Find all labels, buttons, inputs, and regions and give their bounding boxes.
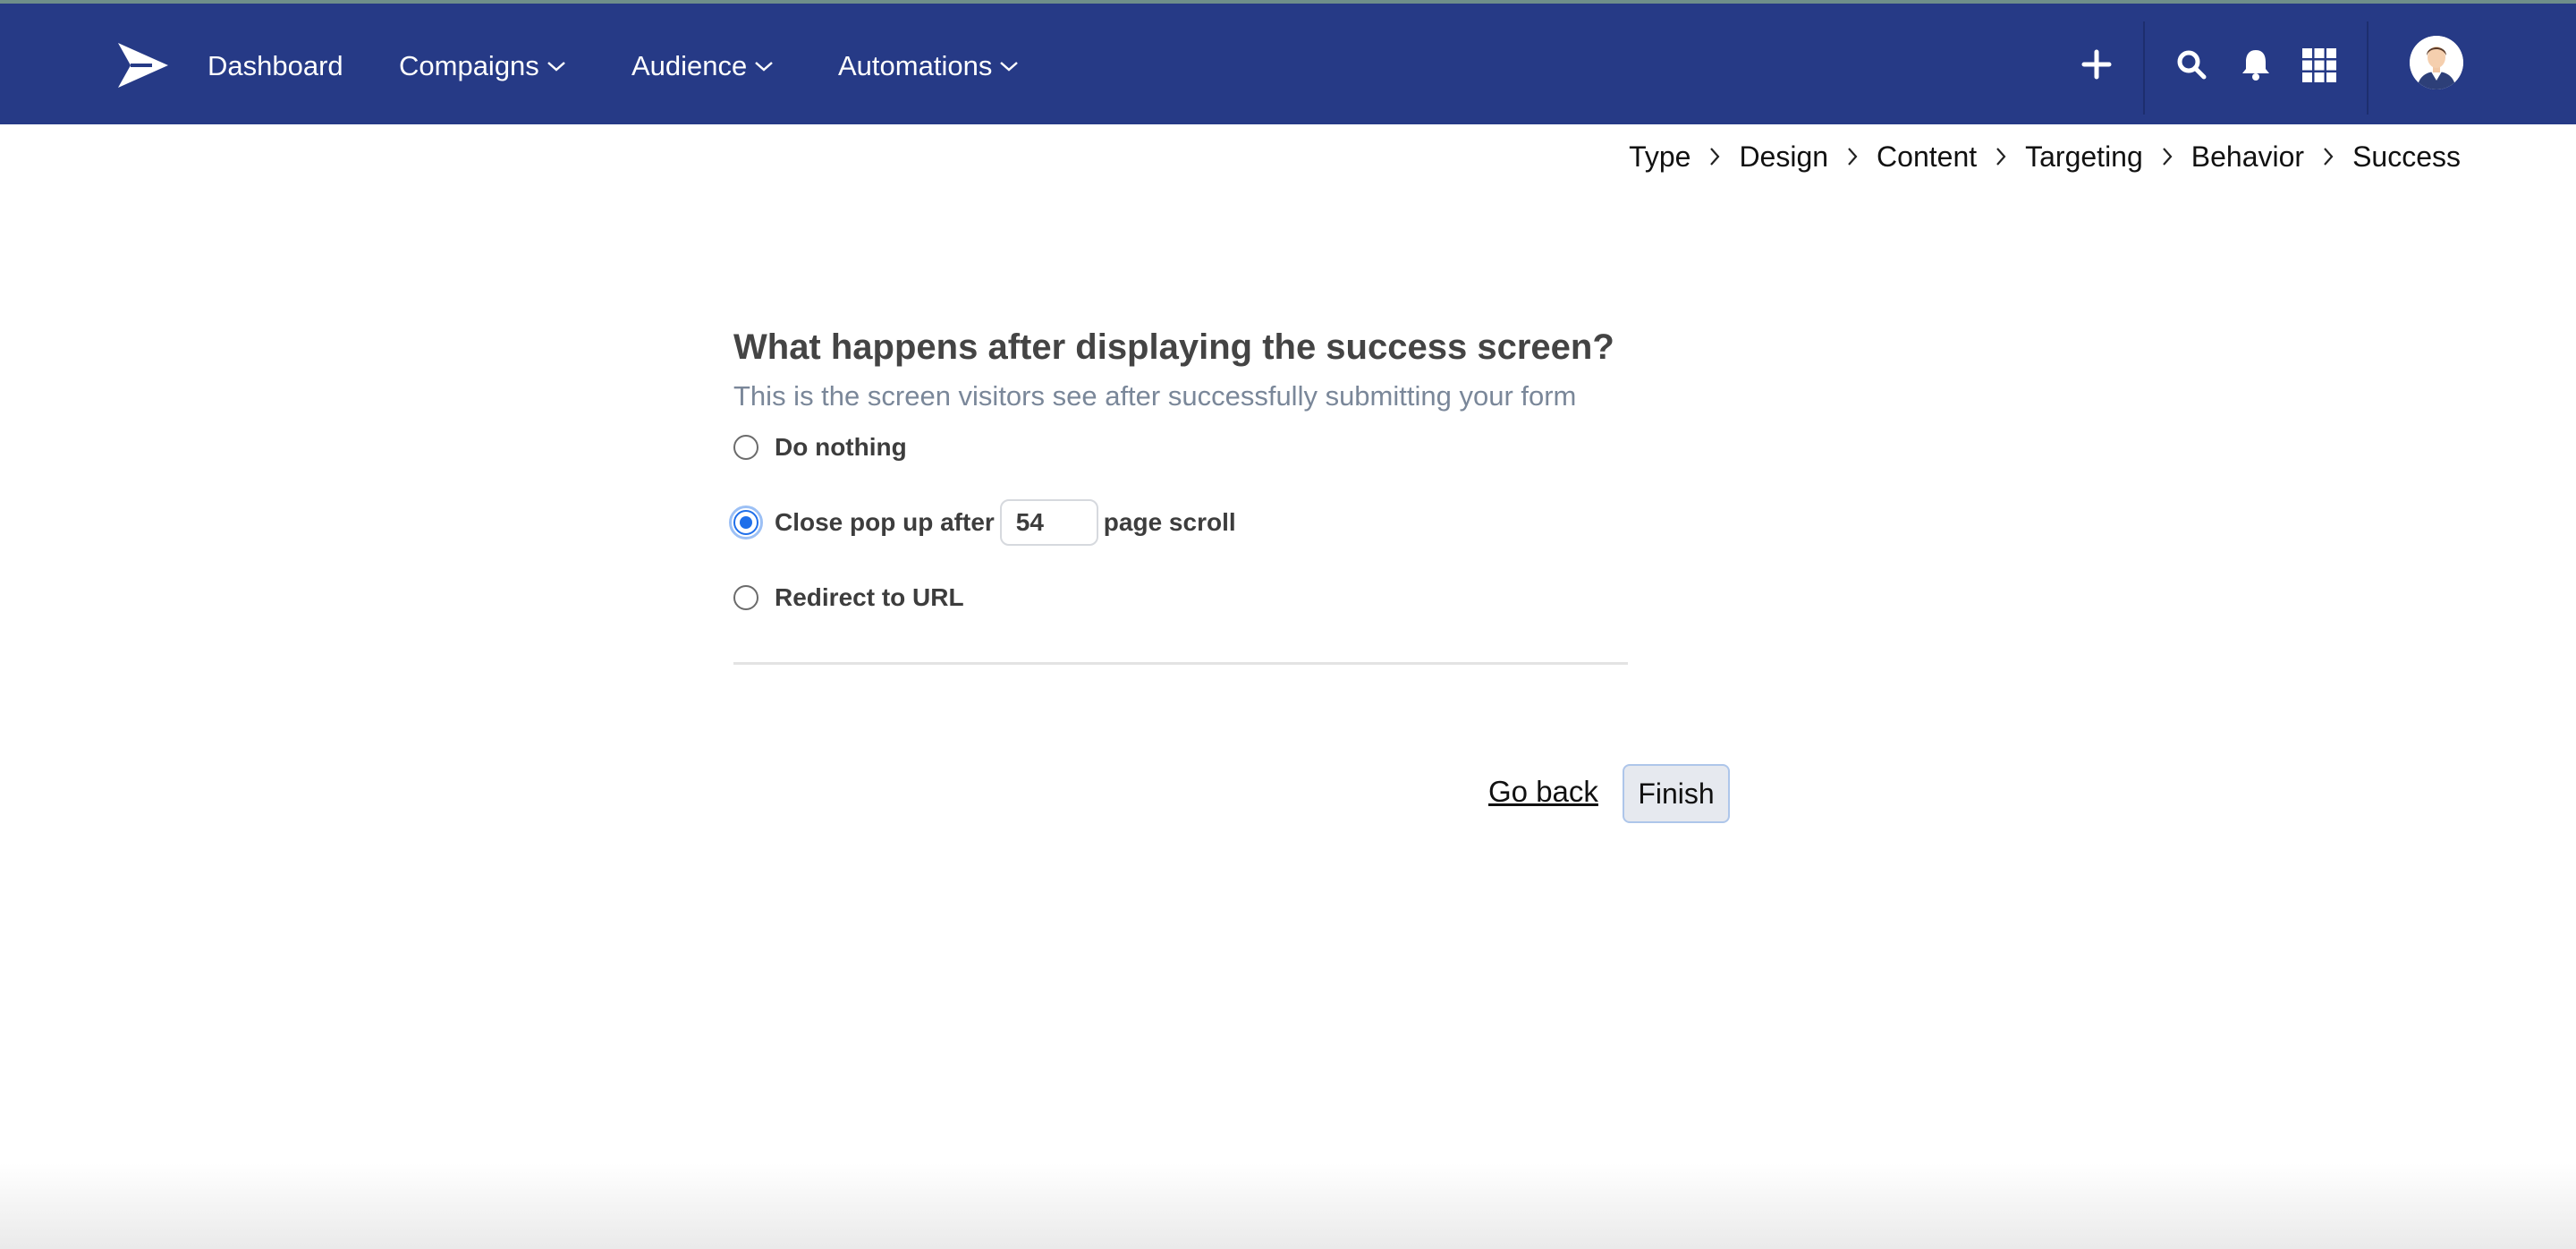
radio-redirect[interactable] xyxy=(733,585,758,610)
chevron-right-icon xyxy=(2161,146,2174,167)
grid-icon[interactable] xyxy=(2301,47,2338,84)
page: Dashboard Compaigns Audience Automations xyxy=(0,0,2576,1249)
nav-dashboard[interactable]: Dashboard xyxy=(208,47,343,86)
radio-do-nothing[interactable] xyxy=(733,435,758,460)
logo-icon[interactable] xyxy=(116,41,170,89)
question-title: What happens after displaying the succes… xyxy=(733,327,1614,367)
plus-icon[interactable] xyxy=(2077,45,2116,84)
success-behavior-form: What happens after displaying the succes… xyxy=(729,322,1628,617)
breadcrumb-behavior[interactable]: Behavior xyxy=(2191,140,2304,174)
chevron-right-icon xyxy=(1995,146,2007,167)
section-divider xyxy=(733,662,1628,665)
option-do-nothing[interactable]: Do nothing xyxy=(733,428,1628,467)
question-subtitle: This is the screen visitors see after su… xyxy=(733,380,1577,412)
nav-dashboard-label: Dashboard xyxy=(208,50,343,81)
breadcrumb: Type Design Content Targeting Behavior S… xyxy=(1629,136,2461,177)
breadcrumb-design[interactable]: Design xyxy=(1739,140,1828,174)
navbar: Dashboard Compaigns Audience Automations xyxy=(0,4,2576,124)
option-redirect[interactable]: Redirect to URL xyxy=(733,578,1628,617)
option-close-popup-label: Close pop up after xyxy=(775,508,995,536)
chevron-down-icon xyxy=(1000,62,1019,72)
scroll-amount-input[interactable] xyxy=(999,499,1098,546)
bell-icon[interactable] xyxy=(2236,45,2275,84)
option-close-popup[interactable]: Close pop up after page scroll xyxy=(729,499,1628,546)
chevron-right-icon xyxy=(1708,146,1721,167)
chevron-down-icon xyxy=(547,62,565,72)
option-do-nothing-label: Do nothing xyxy=(775,433,907,461)
nav-campaigns-label: Compaigns xyxy=(399,50,539,81)
bottom-shadow xyxy=(0,1163,2576,1249)
nav-automations[interactable]: Automations xyxy=(838,47,1019,86)
option-close-popup-suffix: page scroll xyxy=(1103,508,1236,536)
nav-campaigns[interactable]: Compaigns xyxy=(399,47,566,86)
nav-divider xyxy=(2143,21,2145,115)
nav-divider xyxy=(2367,21,2368,115)
option-redirect-label: Redirect to URL xyxy=(775,583,964,611)
go-back-link[interactable]: Go back xyxy=(1488,775,1598,809)
breadcrumb-targeting[interactable]: Targeting xyxy=(2025,140,2143,174)
breadcrumb-type[interactable]: Type xyxy=(1629,140,1690,174)
finish-button[interactable]: Finish xyxy=(1623,764,1730,823)
breadcrumb-content[interactable]: Content xyxy=(1877,140,1977,174)
user-avatar-icon xyxy=(2410,36,2463,89)
radio-close-popup[interactable] xyxy=(729,506,763,540)
search-icon[interactable] xyxy=(2172,45,2211,84)
breadcrumb-success[interactable]: Success xyxy=(2352,140,2461,174)
nav-audience-label: Audience xyxy=(631,50,748,81)
nav-audience[interactable]: Audience xyxy=(631,47,774,86)
chevron-right-icon xyxy=(2322,146,2334,167)
chevron-right-icon xyxy=(1846,146,1859,167)
chevron-down-icon xyxy=(755,62,774,72)
avatar[interactable] xyxy=(2410,36,2463,89)
nav-automations-label: Automations xyxy=(838,50,993,81)
